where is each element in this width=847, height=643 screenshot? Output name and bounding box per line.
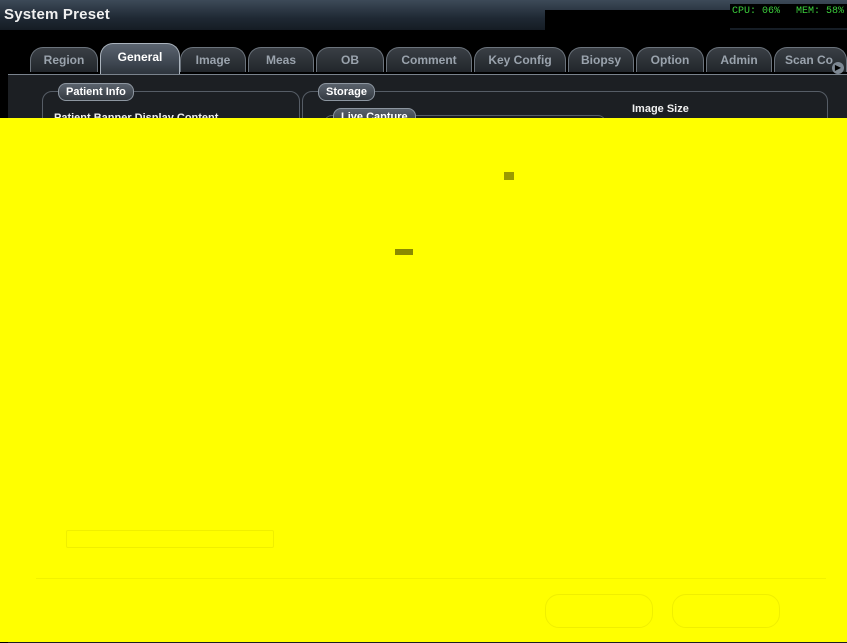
tab-comment[interactable]: Comment bbox=[386, 47, 472, 72]
patient-info-legend: Patient Info bbox=[58, 83, 134, 101]
occluded-marker-small bbox=[504, 172, 514, 180]
tab-scroll-right-icon[interactable]: ▶ bbox=[832, 62, 844, 74]
tab-key-config[interactable]: Key Config bbox=[474, 47, 566, 72]
occluded-button-right bbox=[672, 594, 780, 628]
tab-ob[interactable]: OB bbox=[316, 47, 384, 72]
tab-general[interactable]: General bbox=[100, 43, 180, 74]
occluded-button-left bbox=[545, 594, 653, 628]
storage-legend: Storage bbox=[318, 83, 375, 101]
occluded-marker bbox=[395, 249, 413, 255]
occluded-region-main bbox=[0, 172, 847, 642]
tab-image[interactable]: Image bbox=[180, 47, 246, 72]
tab-biopsy[interactable]: Biopsy bbox=[568, 47, 634, 72]
occluded-group-border bbox=[36, 578, 826, 579]
image-size-label: Image Size bbox=[632, 103, 689, 115]
cpu-usage: CPU: 06% bbox=[732, 6, 781, 17]
mem-usage: MEM: 58% bbox=[796, 6, 845, 17]
tab-admin[interactable]: Admin bbox=[706, 47, 772, 72]
window-title: System Preset bbox=[4, 6, 110, 23]
title-bar: System Preset CPU: 06% MEM: 58% bbox=[0, 0, 847, 31]
tab-meas[interactable]: Meas bbox=[248, 47, 314, 72]
occluded-input-field bbox=[66, 530, 274, 548]
title-bar-blank-area bbox=[545, 10, 730, 30]
tab-option[interactable]: Option bbox=[636, 47, 704, 72]
system-status: CPU: 06% MEM: 58% bbox=[730, 4, 847, 28]
tab-region[interactable]: Region bbox=[30, 47, 98, 72]
